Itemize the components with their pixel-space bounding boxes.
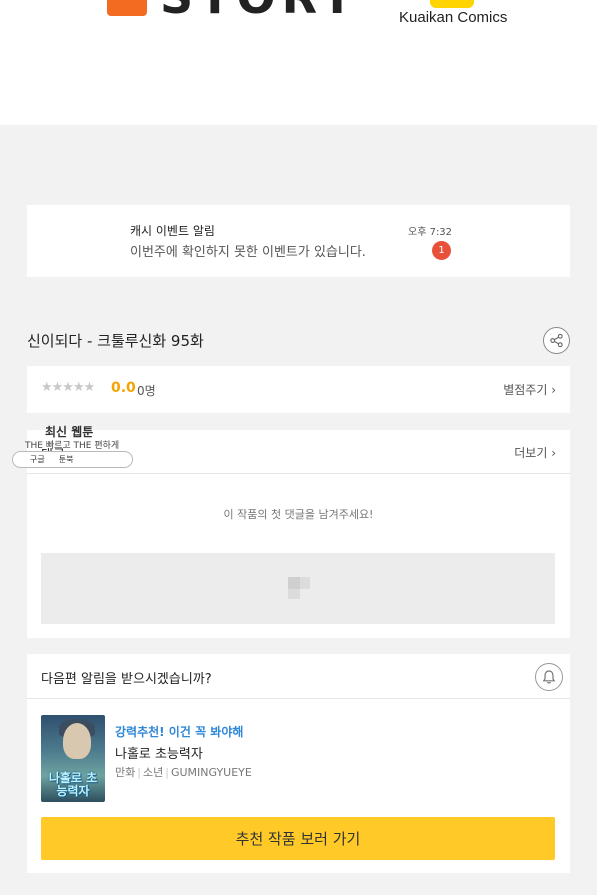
recommendation-title[interactable]: 나홀로 초능력자 bbox=[115, 743, 203, 762]
subscribe-header: 다음편 알림을 받으시겠습니까? bbox=[27, 654, 570, 699]
overlay-store-pill[interactable]: 구글 툰북 bbox=[12, 451, 133, 468]
notification-badge: 1 bbox=[432, 241, 451, 260]
event-notification-card[interactable]: 캐시 이벤트 알림 이번주에 확인하지 못한 이벤트가 있습니다. 오후 7:3… bbox=[27, 205, 570, 277]
recommendation-author: GUMINGYUEYE bbox=[170, 766, 252, 779]
recommendation-meta: 만화 | 소년 | GUMINGYUEYE bbox=[115, 764, 252, 780]
rating-card: ★★★★★ 0.0 0명 별점주기 › bbox=[27, 366, 570, 413]
subscribe-card: 다음편 알림을 받으시겠습니까? 나홀로 초능력자 강력추천! 이건 꼭 봐야해… bbox=[27, 654, 570, 873]
recommendation-thumbnail[interactable]: 나홀로 초능력자 bbox=[41, 715, 105, 802]
image-placeholder-icon bbox=[288, 577, 310, 599]
share-icon bbox=[550, 333, 563, 348]
episode-title: 신이되다 - 크툴루신화 95화 bbox=[27, 332, 204, 350]
recommendation-category: 소년 bbox=[142, 766, 164, 779]
story-logo-mark bbox=[107, 0, 147, 16]
rating-stars: ★★★★★ bbox=[41, 380, 95, 395]
recommendation-genre: 만화 bbox=[115, 766, 136, 779]
notification-body: 이번주에 확인하지 못한 이벤트가 있습니다. bbox=[130, 245, 366, 260]
bell-icon bbox=[542, 670, 556, 684]
thumbnail-caption: 나홀로 초능력자 bbox=[48, 771, 98, 798]
overlay-subtitle: THE 빠르고 THE 편하게 bbox=[25, 441, 120, 451]
rate-button[interactable]: 별점주기 › bbox=[503, 381, 556, 398]
onestore-label: 툰북 bbox=[58, 455, 74, 464]
kuaikan-logo-text: Kuaikan Comics bbox=[399, 9, 508, 26]
floating-ad-overlay[interactable]: 최신 웹툰 THE 빠르고 THE 편하게 구글 툰북 bbox=[12, 422, 137, 470]
notify-button[interactable] bbox=[535, 663, 563, 691]
thumbnail-figure bbox=[63, 723, 91, 759]
meta-separator: | bbox=[165, 766, 169, 779]
notification-title: 캐시 이벤트 알림 bbox=[130, 224, 215, 238]
subscribe-question: 다음편 알림을 받으시겠습니까? bbox=[41, 672, 212, 687]
notification-time: 오후 7:32 bbox=[408, 227, 453, 238]
share-button[interactable] bbox=[543, 327, 570, 354]
meta-separator: | bbox=[137, 766, 141, 779]
google-store-label: 구글 bbox=[30, 455, 45, 464]
rating-score: 0.0 bbox=[111, 380, 136, 396]
ad-placeholder[interactable] bbox=[41, 553, 555, 624]
top-banner: STORY Kuaikan Comics bbox=[0, 0, 597, 125]
story-logo-text: STORY bbox=[160, 0, 360, 24]
comments-more-link[interactable]: 더보기 › bbox=[514, 444, 556, 461]
recommendation-tag: 강력추천! 이건 꼭 봐야해 bbox=[115, 725, 244, 739]
comments-empty-message[interactable]: 이 작품의 첫 댓글을 남겨주세요! bbox=[27, 506, 570, 522]
kuaikan-logo-mark bbox=[430, 0, 474, 8]
view-recommendation-button[interactable]: 추천 작품 보러 가기 bbox=[41, 817, 555, 860]
rating-count: 0명 bbox=[137, 384, 156, 398]
